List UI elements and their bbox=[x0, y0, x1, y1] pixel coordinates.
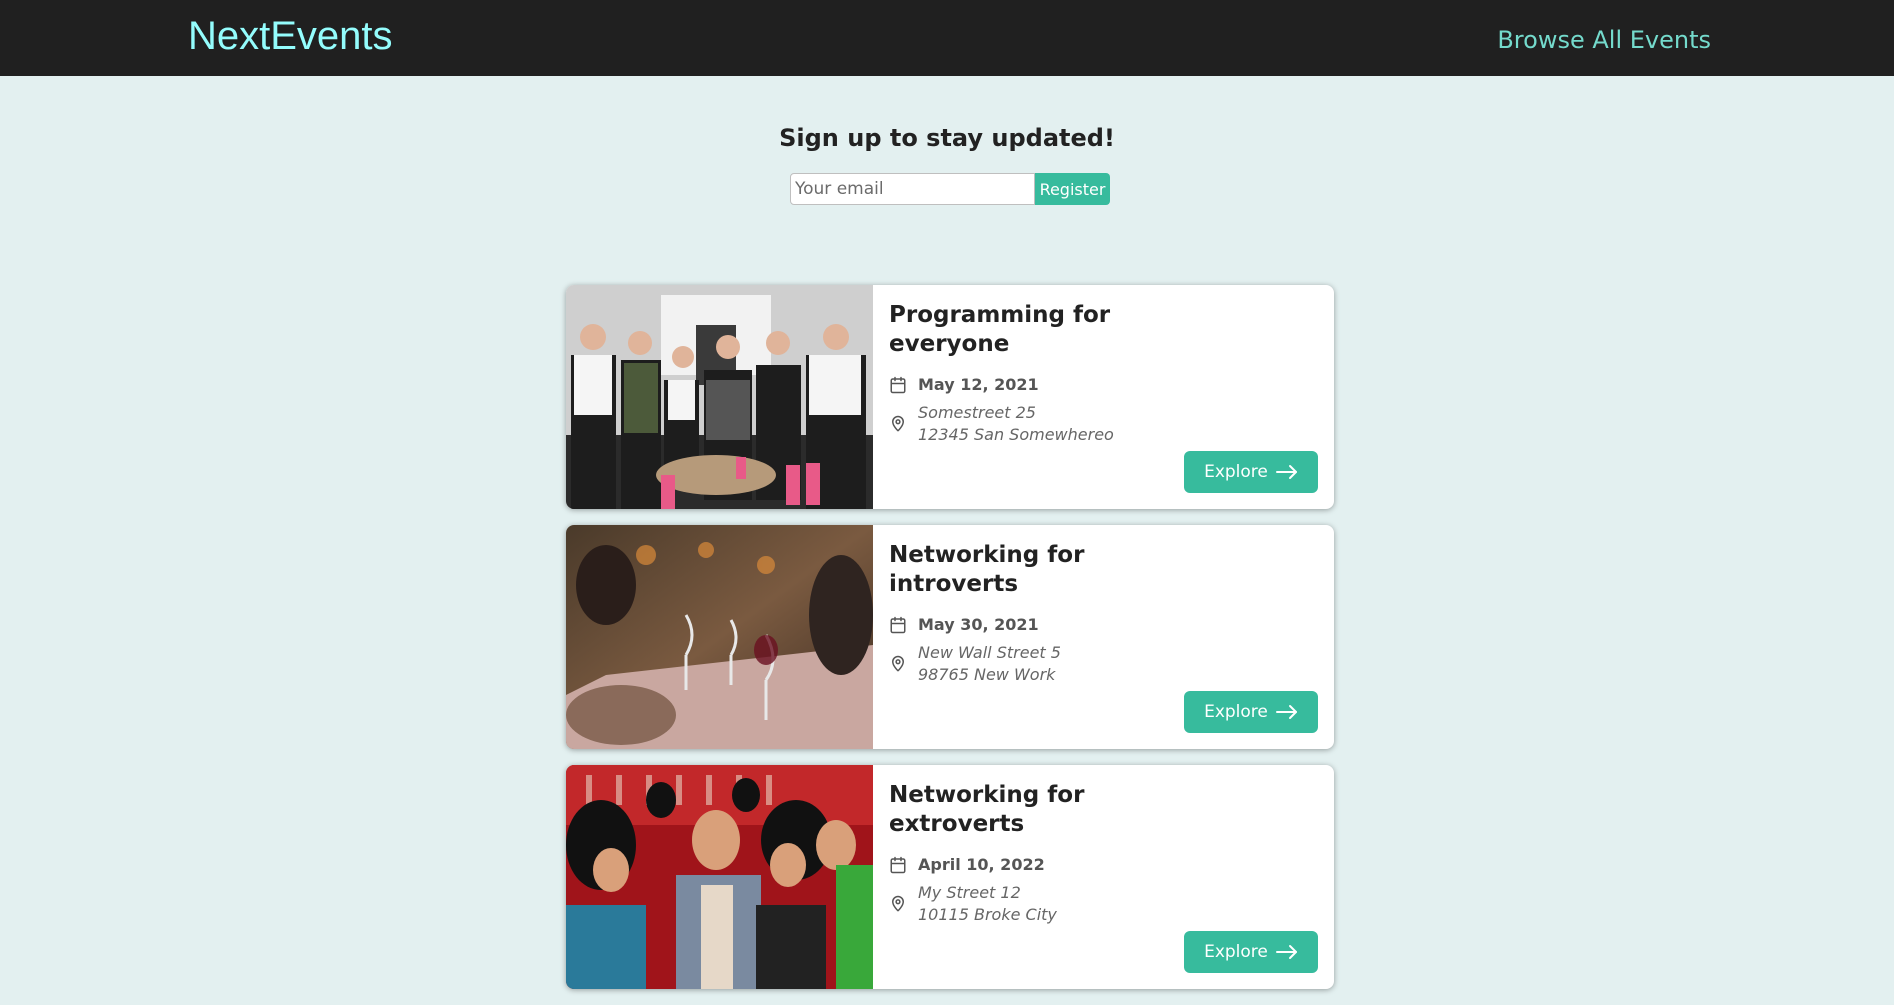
event-address-text: Somestreet 25 12345 San Somewhereo bbox=[918, 402, 1114, 446]
event-details: Networking for extroverts April 10, 2022… bbox=[889, 781, 1319, 926]
address-line-1: My Street 12 bbox=[918, 883, 1021, 902]
explore-button[interactable]: Explore bbox=[1184, 691, 1318, 733]
address-line-1: Somestreet 25 bbox=[918, 403, 1036, 422]
event-address: New Wall Street 5 98765 New Work bbox=[889, 642, 1319, 686]
arrow-right-icon bbox=[1275, 945, 1297, 959]
newsletter-signup: Sign up to stay updated! Register bbox=[0, 120, 1894, 205]
location-pin-icon bbox=[889, 655, 907, 673]
signup-form: Register bbox=[790, 173, 1110, 205]
event-card: Networking for introverts May 30, 2021 N… bbox=[566, 525, 1334, 749]
explore-label: Explore bbox=[1204, 702, 1268, 722]
address-line-2: 98765 New Work bbox=[918, 665, 1056, 684]
calendar-icon bbox=[889, 616, 907, 634]
site-logo[interactable]: NextEvents bbox=[188, 12, 393, 60]
signup-title: Sign up to stay updated! bbox=[779, 124, 1115, 152]
event-list: Programming for everyone May 12, 2021 So… bbox=[566, 285, 1334, 1005]
event-image bbox=[566, 765, 873, 989]
event-address: My Street 12 10115 Broke City bbox=[889, 882, 1319, 926]
event-card: Networking for extroverts April 10, 2022… bbox=[566, 765, 1334, 989]
event-details: Networking for introverts May 30, 2021 N… bbox=[889, 541, 1319, 686]
location-pin-icon bbox=[889, 895, 907, 913]
explore-label: Explore bbox=[1204, 462, 1268, 482]
register-button[interactable]: Register bbox=[1035, 173, 1110, 205]
event-date-text: May 12, 2021 bbox=[918, 375, 1039, 394]
event-address: Somestreet 25 12345 San Somewhereo bbox=[889, 402, 1319, 446]
event-title: Networking for extroverts bbox=[889, 782, 1085, 837]
event-date: April 10, 2022 bbox=[889, 855, 1319, 874]
address-line-1: New Wall Street 5 bbox=[918, 643, 1061, 662]
address-line-2: 12345 San Somewhereo bbox=[918, 425, 1114, 444]
top-navbar: NextEvents Browse All Events bbox=[0, 0, 1894, 76]
event-date: May 30, 2021 bbox=[889, 615, 1319, 634]
explore-button[interactable]: Explore bbox=[1184, 451, 1318, 493]
explore-label: Explore bbox=[1204, 942, 1268, 962]
event-date-text: May 30, 2021 bbox=[918, 615, 1039, 634]
event-details: Programming for everyone May 12, 2021 So… bbox=[889, 301, 1319, 446]
address-line-2: 10115 Broke City bbox=[918, 905, 1057, 924]
event-image bbox=[566, 285, 873, 509]
calendar-icon bbox=[889, 376, 907, 394]
event-card: Programming for everyone May 12, 2021 So… bbox=[566, 285, 1334, 509]
event-date: May 12, 2021 bbox=[889, 375, 1319, 394]
event-title: Networking for introverts bbox=[889, 542, 1085, 597]
explore-button[interactable]: Explore bbox=[1184, 931, 1318, 973]
calendar-icon bbox=[889, 856, 907, 874]
location-pin-icon bbox=[889, 415, 907, 433]
event-date-text: April 10, 2022 bbox=[918, 855, 1045, 874]
arrow-right-icon bbox=[1275, 465, 1297, 479]
browse-all-events-link[interactable]: Browse All Events bbox=[1497, 25, 1711, 55]
event-image bbox=[566, 525, 873, 749]
event-title: Programming for everyone bbox=[889, 302, 1111, 357]
event-address-text: New Wall Street 5 98765 New Work bbox=[918, 642, 1061, 686]
email-input[interactable] bbox=[790, 173, 1035, 205]
arrow-right-icon bbox=[1275, 705, 1297, 719]
event-address-text: My Street 12 10115 Broke City bbox=[918, 882, 1057, 926]
